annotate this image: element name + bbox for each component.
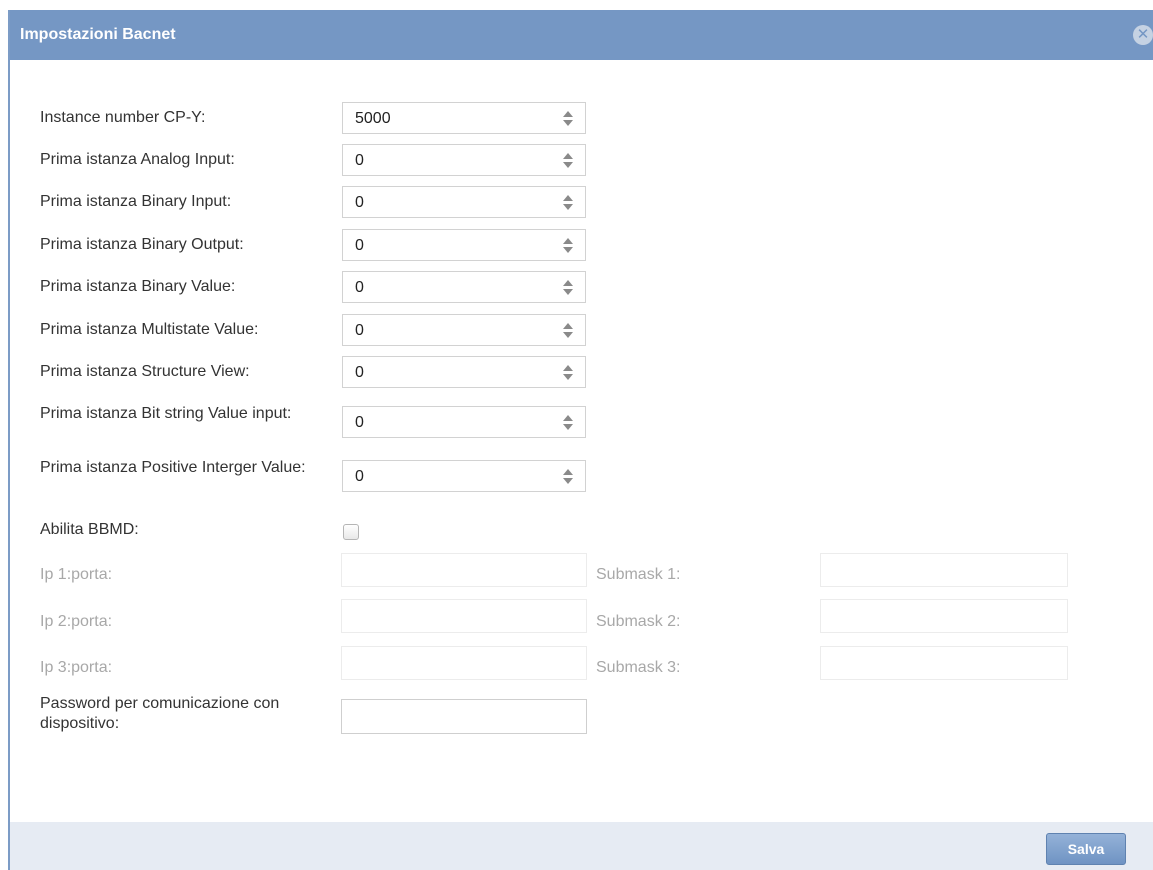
binary-input-spinner[interactable]: 0 [342, 186, 586, 218]
close-icon[interactable]: ✕ [1133, 25, 1153, 45]
structure-view-label: Prima istanza Structure View: [40, 363, 250, 380]
ip3-input[interactable] [341, 646, 587, 680]
bit-string-value-spinner[interactable]: 0 [342, 406, 586, 438]
spinner-value[interactable]: 0 [355, 279, 364, 297]
form-body: Instance number CP-Y: 5000 Prima istanza… [10, 60, 1153, 822]
spinner-arrows-icon[interactable] [563, 414, 573, 432]
spinner-value[interactable]: 0 [355, 468, 364, 486]
spinner-arrows-icon[interactable] [563, 237, 573, 255]
bbmd-checkbox[interactable] [343, 524, 359, 540]
spinner-value[interactable]: 0 [355, 237, 364, 255]
multistate-value-spinner[interactable]: 0 [342, 314, 586, 346]
password-input[interactable] [341, 699, 587, 734]
bbmd-label: Abilita BBMD: [40, 521, 139, 538]
spinner-arrows-icon[interactable] [563, 322, 573, 340]
analog-input-spinner[interactable]: 0 [342, 144, 586, 176]
binary-output-spinner[interactable]: 0 [342, 229, 586, 261]
submask3-label: Submask 3: [596, 659, 681, 676]
dialog-title: Impostazioni Bacnet [20, 26, 176, 43]
spinner-arrows-icon[interactable] [563, 279, 573, 297]
spinner-arrows-icon[interactable] [563, 194, 573, 212]
instance-number-spinner[interactable]: 5000 [342, 102, 586, 134]
submask2-label: Submask 2: [596, 613, 681, 630]
bit-string-value-label: Prima istanza Bit string Value input: [40, 405, 292, 422]
instance-number-label: Instance number CP-Y: [40, 109, 206, 126]
submask1-input[interactable] [820, 553, 1068, 587]
spinner-arrows-icon[interactable] [563, 364, 573, 382]
positive-integer-value-label: Prima istanza Positive Interger Value: [40, 459, 306, 476]
ip3-label: Ip 3:porta: [40, 659, 113, 676]
structure-view-spinner[interactable]: 0 [342, 356, 586, 388]
ip2-input[interactable] [341, 599, 587, 633]
positive-integer-value-spinner[interactable]: 0 [342, 460, 586, 492]
multistate-value-label: Prima istanza Multistate Value: [40, 321, 259, 338]
spinner-value[interactable]: 0 [355, 364, 364, 382]
binary-value-label: Prima istanza Binary Value: [40, 278, 236, 295]
spinner-arrows-icon[interactable] [563, 152, 573, 170]
ip1-label: Ip 1:porta: [40, 566, 113, 583]
spinner-value[interactable]: 0 [355, 152, 364, 170]
submask3-input[interactable] [820, 646, 1068, 680]
binary-output-label: Prima istanza Binary Output: [40, 236, 244, 253]
dialog-footer: Salva [10, 822, 1153, 870]
ip1-input[interactable] [341, 553, 587, 587]
spinner-arrows-icon[interactable] [563, 468, 573, 486]
bacnet-settings-dialog: Impostazioni Bacnet ✕ Instance number CP… [8, 10, 1153, 870]
password-label: Password per comunicazione con dispositi… [40, 695, 280, 732]
spinner-value[interactable]: 0 [355, 414, 364, 432]
submask1-label: Submask 1: [596, 566, 681, 583]
dialog-titlebar: Impostazioni Bacnet ✕ [10, 10, 1153, 60]
spinner-value[interactable]: 0 [355, 322, 364, 340]
binary-input-label: Prima istanza Binary Input: [40, 193, 232, 210]
submask2-input[interactable] [820, 599, 1068, 633]
spinner-value[interactable]: 5000 [355, 110, 391, 128]
save-button[interactable]: Salva [1046, 833, 1126, 865]
analog-input-label: Prima istanza Analog Input: [40, 151, 235, 168]
binary-value-spinner[interactable]: 0 [342, 271, 586, 303]
ip2-label: Ip 2:porta: [40, 613, 113, 630]
spinner-value[interactable]: 0 [355, 194, 364, 212]
spinner-arrows-icon[interactable] [563, 110, 573, 128]
